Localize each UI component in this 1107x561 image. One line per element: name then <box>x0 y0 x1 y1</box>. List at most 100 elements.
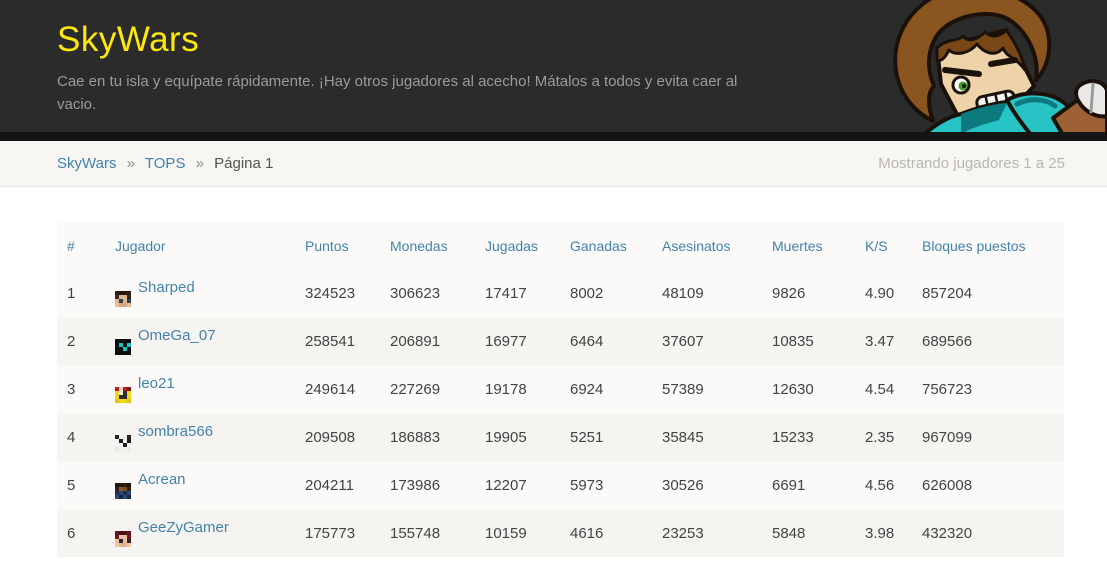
leaderboard-table: #JugadorPuntosMonedasJugadasGanadasAsesi… <box>57 222 1064 557</box>
breadcrumb-tops-link[interactable]: TOPS <box>145 155 186 172</box>
asesinatos-cell: 48109 <box>652 269 762 317</box>
puntos-cell: 324523 <box>295 269 380 317</box>
ganadas-cell: 8002 <box>560 269 652 317</box>
muertes-cell: 9826 <box>762 269 855 317</box>
table-row: 2 OmeGa_07 2585412068911697764643760710835… <box>57 317 1064 365</box>
breadcrumb: SkyWars » TOPS » Página 1 <box>57 155 273 172</box>
jugadas-cell: 17417 <box>475 269 560 317</box>
player-avatar <box>115 483 131 499</box>
player-cell: sombra566 <box>105 413 295 461</box>
column-header-asesinatos: Asesinatos <box>652 222 762 269</box>
game-description: Cae en tu isla y equípate rápidamente. ¡… <box>57 70 757 117</box>
puntos-cell: 209508 <box>295 413 380 461</box>
player-link[interactable]: GeeZyGamer <box>138 519 229 536</box>
ganadas-cell: 5973 <box>560 461 652 509</box>
bloques-cell: 857204 <box>912 269 1064 317</box>
rank-cell: 3 <box>57 365 105 413</box>
player-cell: OmeGa_07 <box>105 317 295 365</box>
breadcrumb-bar: SkyWars » TOPS » Página 1 Mostrando juga… <box>0 141 1107 187</box>
bloques-cell: 432320 <box>912 509 1064 557</box>
ks-cell: 3.47 <box>855 317 912 365</box>
player-link[interactable]: Acrean <box>138 471 186 488</box>
page-title: SkyWars <box>57 20 1107 60</box>
monedas-cell: 173986 <box>380 461 475 509</box>
player-avatar <box>115 339 131 355</box>
puntos-cell: 258541 <box>295 317 380 365</box>
muertes-cell: 12630 <box>762 365 855 413</box>
bloques-cell: 967099 <box>912 413 1064 461</box>
player-avatar <box>115 387 131 403</box>
ks-cell: 3.98 <box>855 509 912 557</box>
player-cell: Sharped <box>105 269 295 317</box>
player-cell: GeeZyGamer <box>105 509 295 557</box>
column-header-rank: # <box>57 222 105 269</box>
player-link[interactable]: leo21 <box>138 375 175 392</box>
ganadas-cell: 6464 <box>560 317 652 365</box>
player-cell: leo21 <box>105 365 295 413</box>
ganadas-cell: 4616 <box>560 509 652 557</box>
asesinatos-cell: 35845 <box>652 413 762 461</box>
column-header-player: Jugador <box>105 222 295 269</box>
bloques-cell: 689566 <box>912 317 1064 365</box>
muertes-cell: 5848 <box>762 509 855 557</box>
breadcrumb-separator: » <box>127 155 135 172</box>
column-header-puntos: Puntos <box>295 222 380 269</box>
breadcrumb-current-page: Página 1 <box>214 155 273 172</box>
player-cell: Acrean <box>105 461 295 509</box>
monedas-cell: 306623 <box>380 269 475 317</box>
column-header-muertes: Muertes <box>762 222 855 269</box>
showing-players-status: Mostrando jugadores 1 a 25 <box>878 155 1065 172</box>
player-link[interactable]: Sharped <box>138 279 195 296</box>
breadcrumb-skywars-link[interactable]: SkyWars <box>57 155 116 172</box>
ganadas-cell: 6924 <box>560 365 652 413</box>
player-link[interactable]: sombra566 <box>138 423 213 440</box>
ks-cell: 2.35 <box>855 413 912 461</box>
player-avatar <box>115 435 131 451</box>
table-row: 3 leo21 24961422726919178692457389126304.5… <box>57 365 1064 413</box>
rank-cell: 2 <box>57 317 105 365</box>
player-link[interactable]: OmeGa_07 <box>138 327 216 344</box>
jugadas-cell: 19178 <box>475 365 560 413</box>
game-header: SkyWars Cae en tu isla y equípate rápida… <box>0 0 1107 141</box>
rank-cell: 6 <box>57 509 105 557</box>
table-row: 4sombra566209508186883199055251358451523… <box>57 413 1064 461</box>
table-row: 1 Sharped 3245233066231741780024810998264.… <box>57 269 1064 317</box>
ks-cell: 4.56 <box>855 461 912 509</box>
puntos-cell: 204211 <box>295 461 380 509</box>
column-header-monedas: Monedas <box>380 222 475 269</box>
jugadas-cell: 19905 <box>475 413 560 461</box>
jugadas-cell: 10159 <box>475 509 560 557</box>
puntos-cell: 249614 <box>295 365 380 413</box>
breadcrumb-separator: » <box>196 155 204 172</box>
bloques-cell: 626008 <box>912 461 1064 509</box>
asesinatos-cell: 37607 <box>652 317 762 365</box>
monedas-cell: 227269 <box>380 365 475 413</box>
player-avatar <box>115 291 131 307</box>
monedas-cell: 206891 <box>380 317 475 365</box>
muertes-cell: 6691 <box>762 461 855 509</box>
asesinatos-cell: 23253 <box>652 509 762 557</box>
monedas-cell: 186883 <box>380 413 475 461</box>
ganadas-cell: 5251 <box>560 413 652 461</box>
column-header-bloques: Bloques puestos <box>912 222 1064 269</box>
monedas-cell: 155748 <box>380 509 475 557</box>
ks-cell: 4.54 <box>855 365 912 413</box>
asesinatos-cell: 30526 <box>652 461 762 509</box>
muertes-cell: 10835 <box>762 317 855 365</box>
player-avatar <box>115 531 131 547</box>
ks-cell: 4.90 <box>855 269 912 317</box>
column-header-ks: K/S <box>855 222 912 269</box>
asesinatos-cell: 57389 <box>652 365 762 413</box>
puntos-cell: 175773 <box>295 509 380 557</box>
rank-cell: 1 <box>57 269 105 317</box>
header-bottom-strip <box>0 132 1107 141</box>
column-header-jugadas: Jugadas <box>475 222 560 269</box>
rank-cell: 5 <box>57 461 105 509</box>
table-row: 5 Acrean 2042111739861220759733052666914.5… <box>57 461 1064 509</box>
jugadas-cell: 12207 <box>475 461 560 509</box>
table-row: 6 GeeZyGamer 17577315574810159461623253584… <box>57 509 1064 557</box>
column-header-ganadas: Ganadas <box>560 222 652 269</box>
table-header: #JugadorPuntosMonedasJugadasGanadasAsesi… <box>57 222 1064 269</box>
rank-cell: 4 <box>57 413 105 461</box>
jugadas-cell: 16977 <box>475 317 560 365</box>
